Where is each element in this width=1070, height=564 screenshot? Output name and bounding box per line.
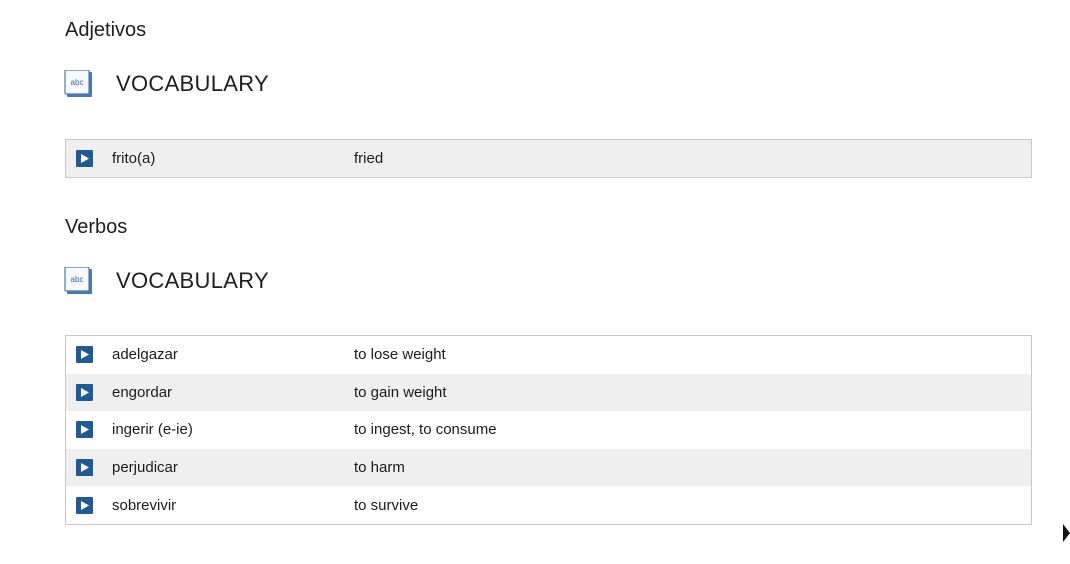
play-audio-button[interactable]: [76, 496, 93, 514]
play-icon: [80, 500, 89, 510]
vocab-title: VOCABULARY: [116, 268, 269, 293]
vocab-term: adelgazar: [112, 346, 178, 364]
vocab-meaning: to ingest, to consume: [354, 421, 497, 439]
vocab-meaning: to harm: [354, 459, 405, 477]
play-audio-button[interactable]: [76, 346, 93, 364]
vocab-term: ingerir (e-ie): [112, 421, 193, 439]
play-icon: [80, 463, 89, 473]
vocab-table-adjetivos: frito(a) fried: [65, 139, 1032, 178]
section-heading-verbos: Verbos: [65, 216, 128, 238]
vocab-term: engordar: [112, 383, 173, 401]
vocab-meaning: fried: [354, 150, 384, 167]
vocab-term: frito(a): [112, 150, 156, 167]
section-heading-adjetivos: Adjetivos: [65, 19, 147, 41]
abc-icon-text: abc: [71, 275, 84, 284]
play-icon: [80, 425, 89, 435]
table-row: ingerir (e-ie) to ingest, to consume: [66, 411, 1031, 449]
vocab-meaning: to survive: [354, 496, 419, 514]
table-row: sobrevivir to survive: [66, 486, 1031, 524]
play-icon: [80, 387, 89, 397]
play-icon: [80, 154, 89, 163]
vocab-header-adjetivos: abc VOCABULARY: [64, 70, 269, 98]
mouse-cursor-icon: [1063, 524, 1070, 547]
vocab-header-verbos: abc VOCABULARY: [64, 267, 269, 295]
table-row: frito(a) fried: [66, 140, 1031, 177]
abc-book-icon: abc: [64, 267, 94, 295]
table-row: engordar to gain weight: [66, 373, 1031, 412]
play-audio-button[interactable]: [76, 383, 93, 401]
vocab-term: sobrevivir: [112, 496, 177, 514]
vocab-meaning: to lose weight: [354, 346, 446, 364]
play-audio-button[interactable]: [76, 150, 93, 167]
vocab-title: VOCABULARY: [116, 71, 269, 96]
abc-icon-text: abc: [71, 78, 84, 87]
play-icon: [80, 350, 89, 360]
vocab-term: perjudicar: [112, 459, 178, 477]
table-row: perjudicar to harm: [66, 448, 1031, 487]
vocab-meaning: to gain weight: [354, 383, 447, 401]
abc-book-icon: abc: [64, 70, 94, 98]
table-row: adelgazar to lose weight: [66, 336, 1031, 374]
play-audio-button[interactable]: [76, 459, 93, 477]
vocab-table-verbos: adelgazar to lose weight engordar to gai…: [65, 335, 1032, 525]
play-audio-button[interactable]: [76, 421, 93, 439]
